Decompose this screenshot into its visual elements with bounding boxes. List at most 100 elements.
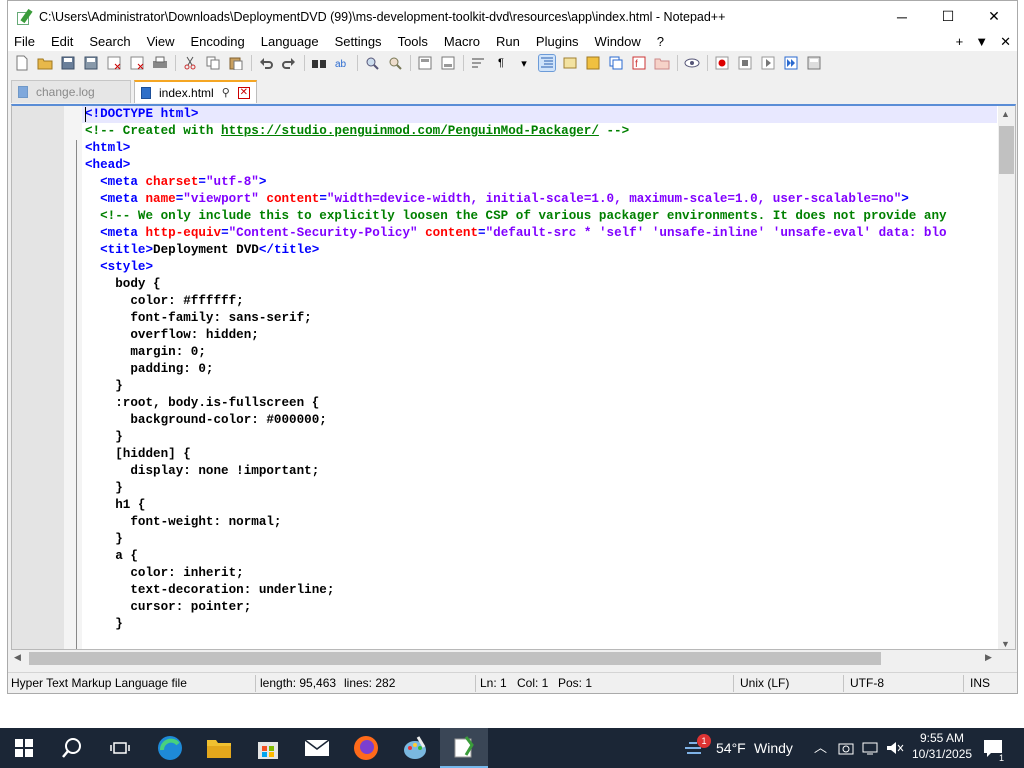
macro-play-icon[interactable] bbox=[760, 55, 776, 71]
network-icon[interactable] bbox=[862, 728, 878, 768]
show-hidden-icons-chevron-icon[interactable]: ︿ bbox=[814, 728, 827, 768]
menu-help[interactable]: ? bbox=[649, 32, 672, 51]
close-all-icon[interactable] bbox=[129, 55, 145, 71]
system-clock[interactable]: 9:55 AM 10/31/2025 bbox=[912, 730, 972, 762]
code-line[interactable]: 24 h1 { bbox=[82, 497, 997, 514]
monitoring-eye-icon[interactable] bbox=[684, 55, 700, 71]
undo-icon[interactable] bbox=[258, 55, 274, 71]
tab-index-html[interactable]: index.html ⚲ ✕ bbox=[134, 80, 257, 103]
start-button[interactable] bbox=[0, 728, 48, 768]
code-line[interactable]: 1<!DOCTYPE html> bbox=[82, 106, 997, 123]
code-line[interactable]: 12 color: #ffffff; bbox=[82, 293, 997, 310]
menu-tools[interactable]: Tools bbox=[390, 32, 436, 51]
menu-encoding[interactable]: Encoding bbox=[183, 32, 253, 51]
redo-icon[interactable] bbox=[281, 55, 297, 71]
copy-icon[interactable] bbox=[205, 55, 221, 71]
scroll-down-arrow-icon[interactable]: ▼ bbox=[1001, 639, 1010, 649]
file-explorer-icon[interactable] bbox=[195, 728, 243, 768]
code-line[interactable]: 15 margin: 0; bbox=[82, 344, 997, 361]
title-bar[interactable]: C:\Users\Administrator\Downloads\Deploym… bbox=[8, 1, 1017, 32]
tab-change-log[interactable]: change.log bbox=[11, 80, 131, 103]
volume-muted-icon[interactable] bbox=[886, 728, 904, 768]
code-line[interactable]: 26 } bbox=[82, 531, 997, 548]
horizontal-scrollbar[interactable]: ◀ ▶ bbox=[11, 650, 999, 667]
code-area[interactable]: 1<!DOCTYPE html>2<!-- Created with https… bbox=[82, 106, 997, 649]
user-defined-language-icon[interactable] bbox=[562, 55, 578, 71]
menu-plugins[interactable]: Plugins bbox=[528, 32, 587, 51]
menu-edit[interactable]: Edit bbox=[43, 32, 81, 51]
scroll-right-arrow-icon[interactable]: ▶ bbox=[985, 652, 992, 663]
macro-stop-icon[interactable] bbox=[737, 55, 753, 71]
paint-app-icon[interactable] bbox=[391, 728, 439, 768]
scroll-up-arrow-icon[interactable]: ▲ bbox=[1001, 109, 1010, 119]
code-line[interactable]: 23 } bbox=[82, 480, 997, 497]
pin-icon[interactable]: ⚲ bbox=[222, 86, 230, 99]
code-line[interactable]: 19 background-color: #000000; bbox=[82, 412, 997, 429]
open-file-icon[interactable] bbox=[37, 55, 53, 71]
close-file-icon[interactable] bbox=[106, 55, 122, 71]
folder-as-workspace-icon[interactable] bbox=[654, 55, 670, 71]
code-line[interactable]: 27 a { bbox=[82, 548, 997, 565]
show-all-characters-icon[interactable]: ¶ bbox=[493, 55, 509, 71]
zoom-in-icon[interactable] bbox=[364, 55, 380, 71]
horizontal-scroll-thumb[interactable] bbox=[29, 652, 881, 665]
code-line[interactable]: 28 color: inherit; bbox=[82, 565, 997, 582]
code-editor[interactable]: 1<!DOCTYPE html>2<!-- Created with https… bbox=[11, 104, 1016, 650]
document-list-icon[interactable] bbox=[608, 55, 624, 71]
code-line[interactable]: 25 font-weight: normal; bbox=[82, 514, 997, 531]
word-wrap-icon[interactable] bbox=[470, 55, 486, 71]
indent-guide-toggle-icon[interactable] bbox=[538, 54, 556, 72]
code-line[interactable]: 2<!-- Created with https://studio.pengui… bbox=[82, 123, 997, 140]
status-encoding[interactable]: UTF-8 bbox=[850, 673, 884, 694]
code-line[interactable]: 17 } bbox=[82, 378, 997, 395]
microsoft-store-icon[interactable] bbox=[244, 728, 292, 768]
indent-guide-icon[interactable]: ▾ bbox=[516, 55, 532, 71]
code-line[interactable]: 16 padding: 0; bbox=[82, 361, 997, 378]
menu-macro[interactable]: Macro bbox=[436, 32, 488, 51]
code-line[interactable]: 20 } bbox=[82, 429, 997, 446]
macro-save-icon[interactable] bbox=[806, 55, 822, 71]
close-document-icon[interactable]: ✕ bbox=[1000, 34, 1011, 50]
code-line[interactable]: 3−<html> bbox=[82, 140, 997, 157]
macro-record-icon[interactable] bbox=[714, 55, 730, 71]
save-icon[interactable] bbox=[60, 55, 76, 71]
menu-search[interactable]: Search bbox=[81, 32, 138, 51]
menu-view[interactable]: View bbox=[139, 32, 183, 51]
code-line[interactable]: 8 <meta http-equiv="Content-Security-Pol… bbox=[82, 225, 997, 242]
macro-run-multiple-icon[interactable] bbox=[783, 55, 799, 71]
search-icon[interactable] bbox=[48, 728, 96, 768]
print-icon[interactable] bbox=[152, 55, 168, 71]
code-line[interactable]: 11 body { bbox=[82, 276, 997, 293]
tab-list-dropdown-icon[interactable]: ▼ bbox=[975, 34, 988, 49]
code-line[interactable]: 7 <!-- We only include this to explicitl… bbox=[82, 208, 997, 225]
close-button[interactable]: ✕ bbox=[971, 1, 1017, 32]
tab-close-icon[interactable]: ✕ bbox=[237, 86, 250, 99]
function-list-icon[interactable]: f bbox=[631, 55, 647, 71]
code-line[interactable]: 4−<head> bbox=[82, 157, 997, 174]
vertical-scrollbar[interactable]: ▲ ▼ bbox=[998, 106, 1015, 649]
status-insert-mode[interactable]: INS bbox=[970, 673, 990, 694]
code-line[interactable]: 13 font-family: sans-serif; bbox=[82, 310, 997, 327]
paste-icon[interactable] bbox=[228, 55, 244, 71]
code-line[interactable]: 31 } bbox=[82, 616, 997, 633]
minimize-button[interactable]: ─ bbox=[879, 1, 925, 32]
replace-icon[interactable]: ab bbox=[334, 55, 350, 71]
code-line[interactable]: 14 overflow: hidden; bbox=[82, 327, 997, 344]
zoom-out-icon[interactable] bbox=[387, 55, 403, 71]
weather-temperature[interactable]: 54°F bbox=[716, 728, 746, 768]
document-map-icon[interactable] bbox=[585, 55, 601, 71]
save-all-icon[interactable] bbox=[83, 55, 99, 71]
menu-settings[interactable]: Settings bbox=[327, 32, 390, 51]
code-line[interactable]: 9 <title>Deployment DVD</title> bbox=[82, 242, 997, 259]
code-line[interactable]: 10− <style> bbox=[82, 259, 997, 276]
code-line[interactable]: 6 <meta name="viewport" content="width=d… bbox=[82, 191, 997, 208]
code-line[interactable]: 21 [hidden] { bbox=[82, 446, 997, 463]
code-line[interactable]: 32 bbox=[82, 633, 997, 649]
scroll-left-arrow-icon[interactable]: ◀ bbox=[14, 652, 21, 663]
new-tab-plus-icon[interactable]: + bbox=[956, 34, 964, 49]
cut-icon[interactable] bbox=[182, 55, 198, 71]
find-icon[interactable] bbox=[311, 55, 327, 71]
menu-language[interactable]: Language bbox=[253, 32, 327, 51]
sync-vertical-icon[interactable] bbox=[417, 55, 433, 71]
weather-condition[interactable]: Windy bbox=[754, 728, 793, 768]
